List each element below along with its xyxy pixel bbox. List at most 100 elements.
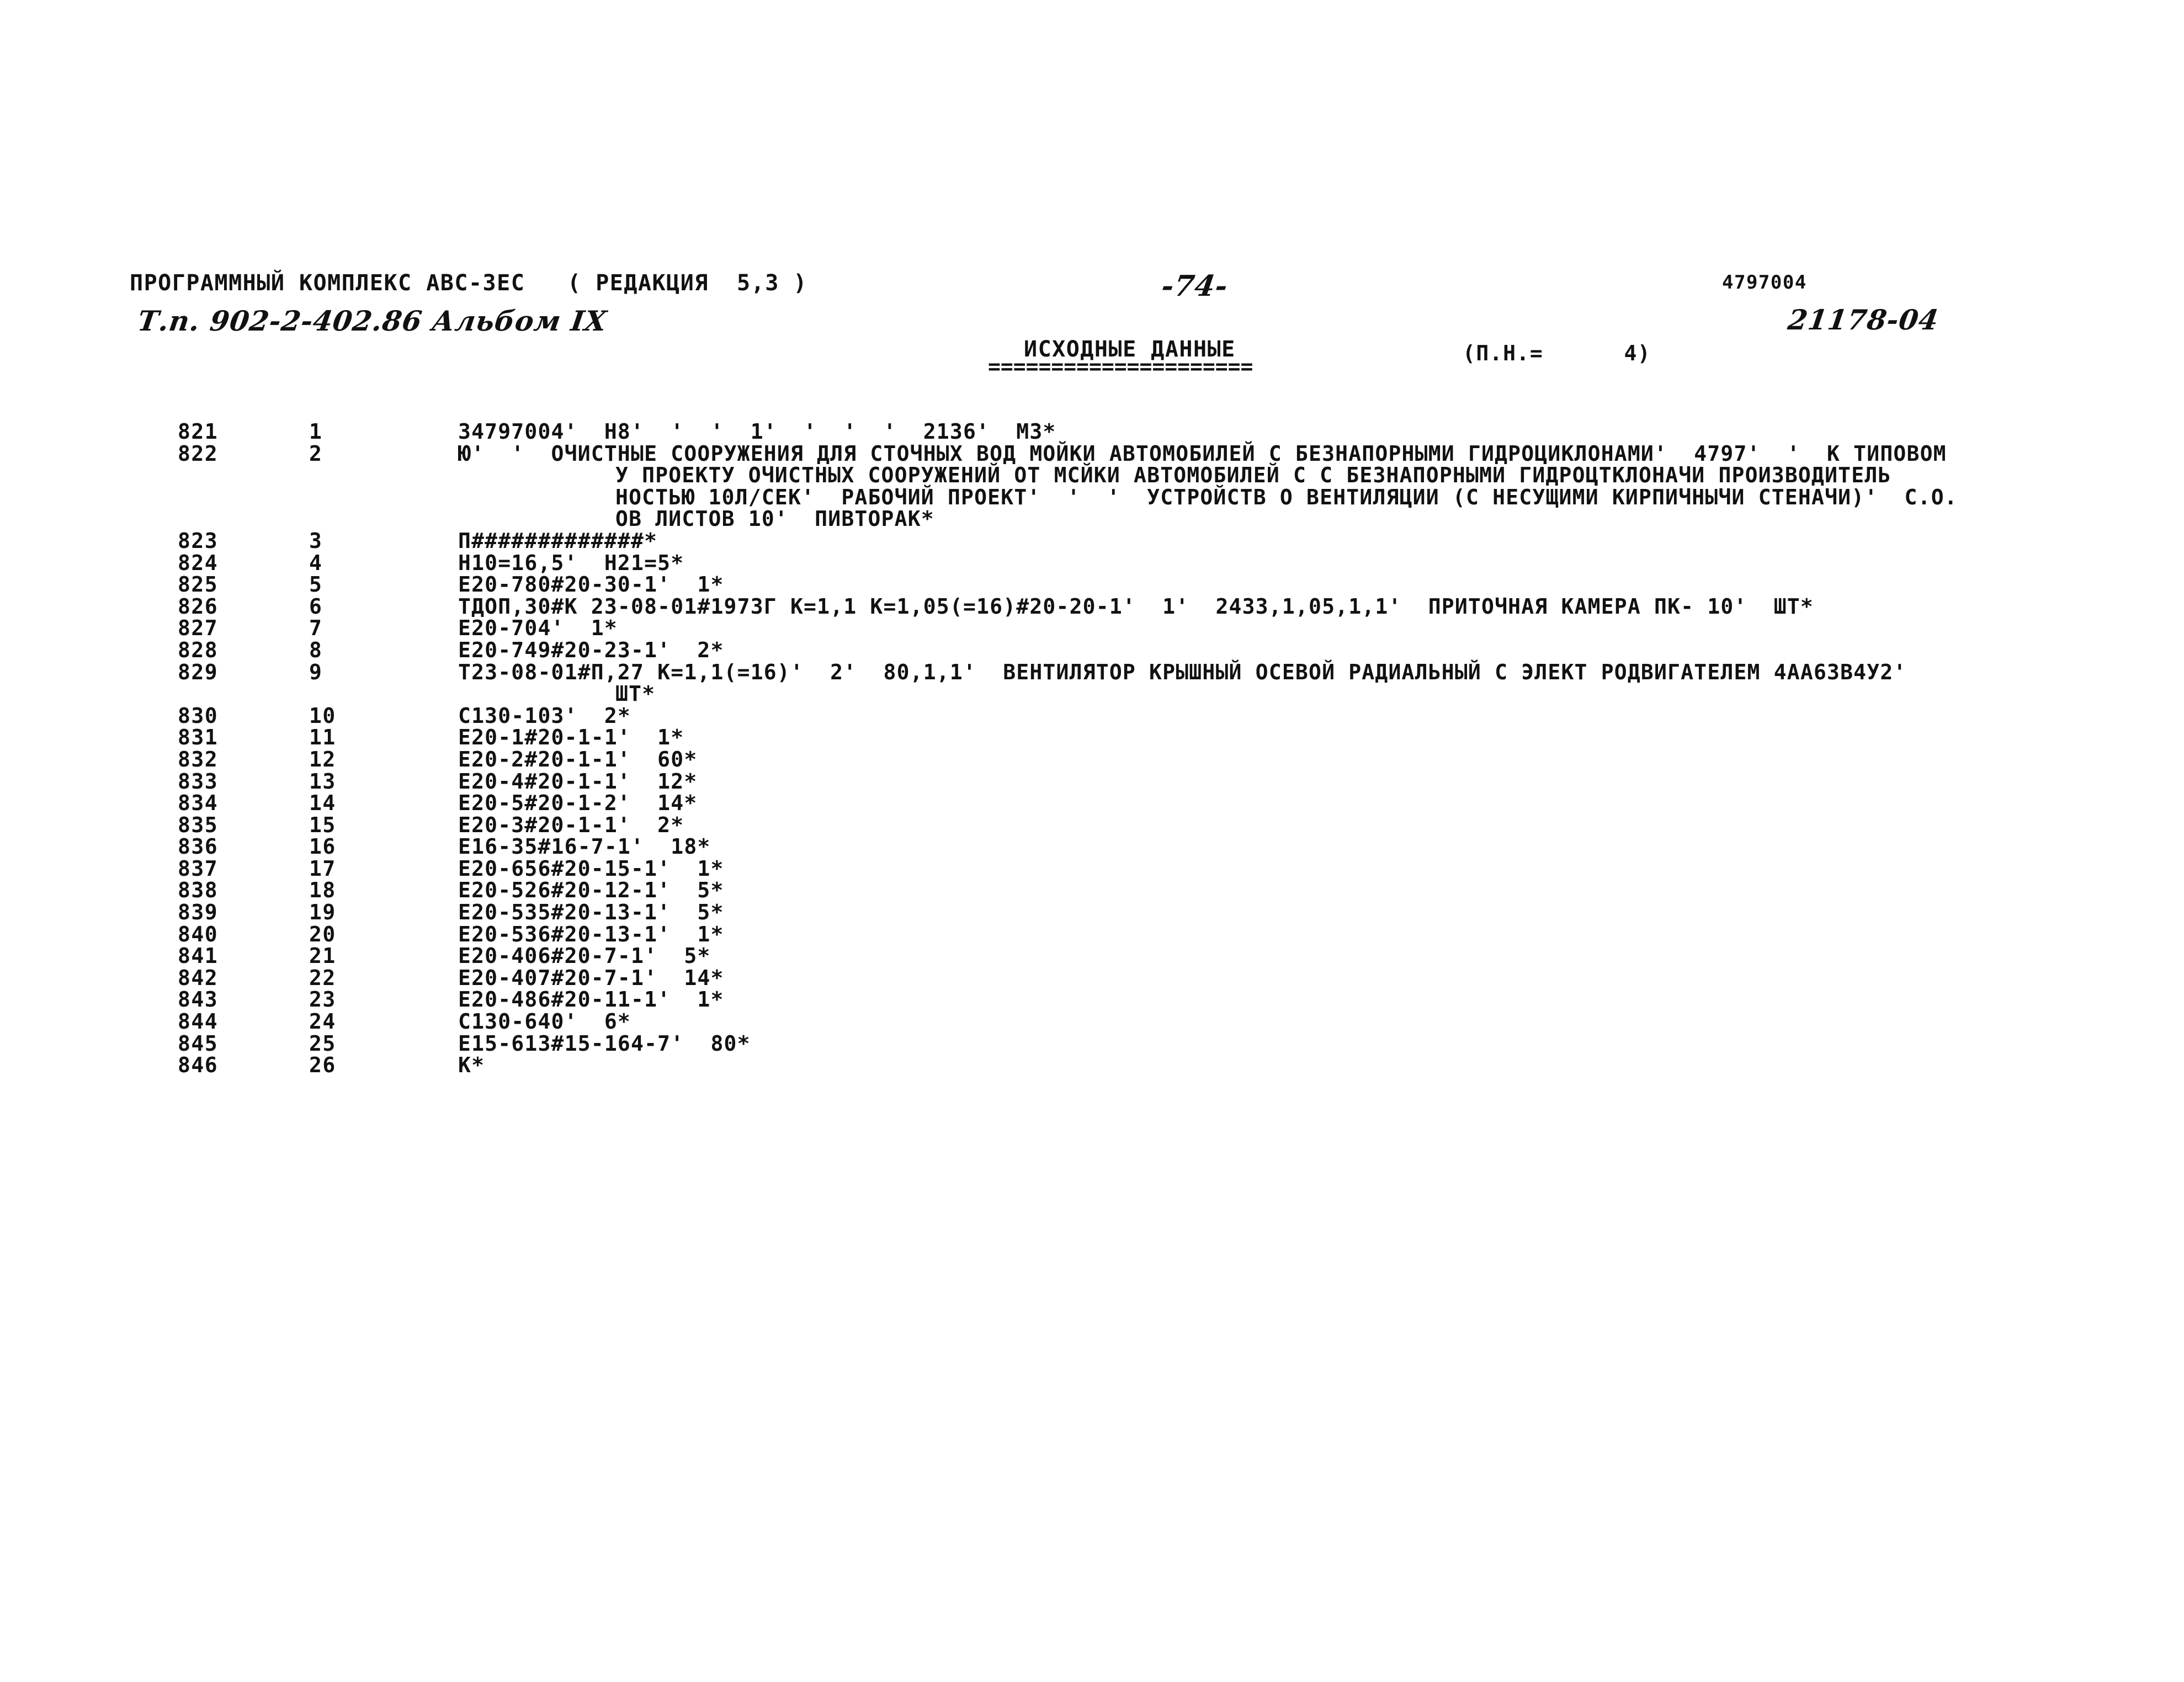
row-sequence-number: 2 (309, 441, 323, 466)
row-line-number: 831 (178, 725, 219, 750)
row-line-number: 845 (178, 1031, 219, 1056)
drawing-number-handwritten: 21178-04 (1786, 304, 1941, 336)
row-content: Е20-4#20-1-1' 12* (458, 769, 698, 794)
row-content: Е20-2#20-1-1' 60* (458, 747, 698, 771)
listing-row: 845 25 Е15-613#15-164-7' 80* (0, 1031, 2184, 1056)
row-sequence-number: 8 (309, 637, 323, 662)
listing-row: 835 15 Е20-3#20-1-1' 2* (0, 812, 2184, 837)
row-sequence-number: 11 (309, 725, 336, 750)
row-content: Т23-08-01#П,27 К=1,1(=16)' 2' 80,1,1' ВЕ… (458, 659, 1907, 684)
row-content: Е20-486#20-11-1' 1* (458, 987, 724, 1012)
row-line-number: 843 (178, 987, 219, 1012)
row-content: Ю' ' ОЧИСТНЫЕ СООРУЖЕНИЯ ДЛЯ СТОЧНЫХ ВОД… (458, 441, 1947, 466)
row-line-number: 824 (178, 550, 219, 575)
row-content: С130-103' 2* (458, 703, 631, 728)
row-sequence-number: 25 (309, 1031, 336, 1056)
section-title-underline: ===================== (988, 354, 1253, 379)
row-sequence-number: 20 (309, 922, 336, 946)
document-code: 4797004 (1722, 272, 1807, 294)
listing-row: 841 21 Е20-406#20-7-1' 5* (0, 944, 2184, 968)
row-line-number: 823 (178, 528, 219, 553)
row-line-number: 837 (178, 856, 219, 881)
row-line-number: 829 (178, 659, 219, 684)
row-sequence-number: 18 (309, 878, 336, 903)
row-line-number: 822 (178, 441, 219, 466)
row-sequence-number: 10 (309, 703, 336, 728)
row-sequence-number: 24 (309, 1009, 336, 1034)
row-line-number: 844 (178, 1009, 219, 1034)
row-sequence-number: 6 (309, 594, 323, 619)
pn-counter-label: (П.Н.= 4) (1463, 341, 1651, 365)
row-line-number: 832 (178, 747, 219, 771)
listing-row: 825 5 Е20-780#20-30-1' 1* (0, 572, 2184, 597)
row-content: ОВ ЛИСТОВ 10' ПИВТОРАК* (615, 507, 934, 531)
row-sequence-number: 17 (309, 856, 336, 881)
row-content: Е20-406#20-7-1' 5* (458, 944, 711, 968)
row-content: Е20-656#20-15-1' 1* (458, 856, 724, 881)
row-sequence-number: 5 (309, 572, 323, 597)
row-content: Н10=16,5' Н21=5* (458, 550, 684, 575)
listing-row: ШТ* (0, 682, 2184, 706)
row-line-number: 830 (178, 703, 219, 728)
listing-row: 827 7 Е20-704' 1* (0, 616, 2184, 641)
listing-row: 828 8 Е20-749#20-23-1' 2* (0, 637, 2184, 662)
row-line-number: 826 (178, 594, 219, 619)
row-sequence-number: 4 (309, 550, 323, 575)
listing-row: У ПРОЕКТУ ОЧИСТНЫХ СООРУЖЕНИЙ ОТ МСЙКИ А… (0, 463, 2184, 488)
row-content: Е20-407#20-7-1' 14* (458, 965, 724, 990)
row-sequence-number: 12 (309, 747, 336, 771)
listing-row: 822 2 Ю' ' ОЧИСТНЫЕ СООРУЖЕНИЯ ДЛЯ СТОЧНЫХ… (0, 441, 2184, 466)
row-content: Е20-3#20-1-1' 2* (458, 812, 684, 837)
listing-row: 839 19 Е20-535#20-13-1' 5* (0, 900, 2184, 925)
listing-body: 8 2 1 1 34797004' Н8' ' ' 1' ' ' ' 2136' М3*… (0, 419, 2184, 1078)
row-sequence-number: 22 (309, 965, 336, 990)
row-sequence-number: 19 (309, 900, 336, 925)
listing-row: 844 24 С130-640' 6* (0, 1009, 2184, 1034)
row-line-number: 836 (178, 834, 219, 859)
row-content: К* (458, 1053, 485, 1078)
row-sequence-number: 16 (309, 834, 336, 859)
row-content: Е16-35#16-7-1' 18* (458, 834, 711, 859)
row-line-number: 846 (178, 1053, 219, 1078)
row-content: ТДОП,30#К 23-08-01#1973Г К=1,1 К=1,05(=1… (458, 594, 1814, 619)
row-line-number: 834 (178, 791, 219, 816)
row-line-number: 827 (178, 616, 219, 641)
row-line-number: 842 (178, 965, 219, 990)
row-sequence-number: 13 (309, 769, 336, 794)
row-sequence-number: 3 (309, 528, 323, 553)
listing-row: ОВ ЛИСТОВ 10' ПИВТОРАК* (0, 507, 2184, 531)
listing-row: 832 12 Е20-2#20-1-1' 60* (0, 747, 2184, 771)
document-page: ПРОГРАММНЫЙ КОМПЛЕКС АВС-3ЕС ( РЕДАКЦИЯ … (0, 0, 2184, 1682)
listing-row: 829 9 Т23-08-01#П,27 К=1,1(=16)' 2' 80,1,1… (0, 659, 2184, 684)
row-content: Е20-1#20-1-1' 1* (458, 725, 684, 750)
row-content: Е20-536#20-13-1' 1* (458, 922, 724, 946)
row-content: Е20-526#20-12-1' 5* (458, 878, 724, 903)
row-content: Е20-780#20-30-1' 1* (458, 572, 724, 597)
listing-row: 831 11 Е20-1#20-1-1' 1* (0, 725, 2184, 750)
page-header: ПРОГРАММНЫЙ КОМПЛЕКС АВС-3ЕС ( РЕДАКЦИЯ … (0, 259, 2184, 397)
row-sequence-number: 15 (309, 812, 336, 837)
listing-row: 834 14 Е20-5#20-1-2' 14* (0, 791, 2184, 816)
row-content: 34797004' Н8' ' ' 1' ' ' ' 2136' М3* (458, 419, 1056, 444)
row-content: У ПРОЕКТУ ОЧИСТНЫХ СООРУЖЕНИЙ ОТ МСЙКИ А… (615, 463, 1891, 488)
row-line-number: 839 (178, 900, 219, 925)
row-content: НОСТЬЮ 10Л/СЕК' РАБОЧИЙ ПРОЕКТ' ' ' УСТР… (615, 485, 1958, 509)
listing-row: 823 3 П#############* (0, 528, 2184, 553)
listing-row: 840 20 Е20-536#20-13-1' 1* (0, 922, 2184, 946)
row-content: Е20-704' 1* (458, 616, 618, 641)
row-content: Е15-613#15-164-7' 80* (458, 1031, 751, 1056)
listing-row: 843 23 Е20-486#20-11-1' 1* (0, 987, 2184, 1012)
listing-row: 837 17 Е20-656#20-15-1' 1* (0, 856, 2184, 881)
listing-row: 833 13 Е20-4#20-1-1' 12* (0, 769, 2184, 794)
program-title: ПРОГРАММНЫЙ КОМПЛЕКС АВС-3ЕС ( РЕДАКЦИЯ … (130, 270, 807, 296)
row-sequence-number: 7 (309, 616, 323, 641)
row-sequence-number: 26 (309, 1053, 336, 1078)
row-content: Е20-535#20-13-1' 5* (458, 900, 724, 925)
listing-row: 846 26 К* (0, 1053, 2184, 1078)
row-content: Е20-5#20-1-2' 14* (458, 791, 698, 816)
row-line-number: 838 (178, 878, 219, 903)
row-content: ШТ* (615, 682, 656, 706)
listing-row: 826 6 ТДОП,30#К 23-08-01#1973Г К=1,1 К=1,0… (0, 594, 2184, 619)
row-sequence-number: 9 (309, 659, 323, 684)
row-content: П#############* (458, 528, 658, 553)
